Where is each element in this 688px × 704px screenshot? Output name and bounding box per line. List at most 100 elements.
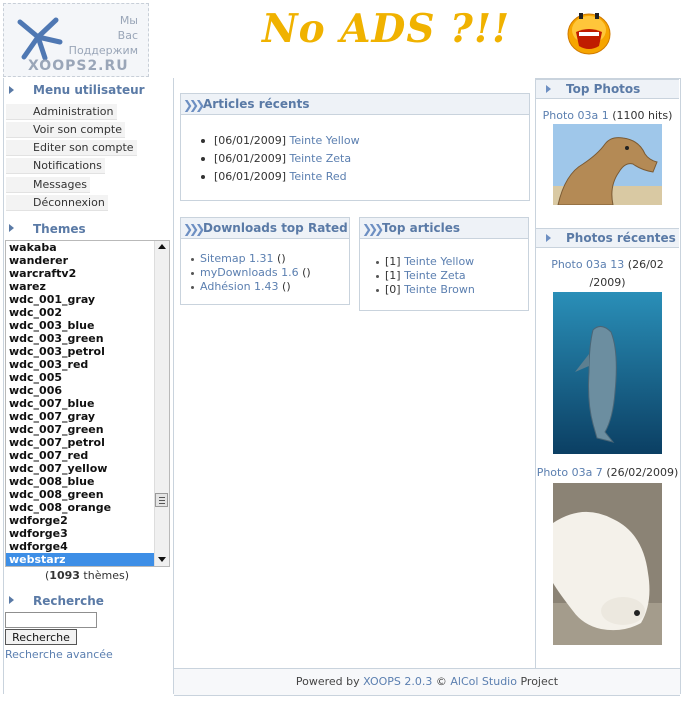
user-menu-title: Menu utilisateur [33, 83, 145, 97]
recent-articles-title: Articles récents [203, 97, 310, 111]
shouting-smiley-icon [567, 13, 611, 55]
top-article-link[interactable]: Teinte Yellow [404, 255, 474, 268]
download-link[interactable]: Adhésion 1.43 [200, 280, 279, 293]
article-date: [06/01/2009] [214, 170, 286, 183]
list-item: [0] Teinte Brown [376, 283, 475, 296]
double-chevron-icon: ❯❯❯ [362, 222, 384, 236]
article-date: [06/01/2009] [214, 134, 286, 147]
theme-option[interactable]: warez [6, 280, 169, 293]
theme-list-scrollbar[interactable] [154, 241, 169, 566]
theme-option[interactable]: wdc_006 [6, 384, 169, 397]
themes-title: Themes [33, 222, 86, 236]
theme-option[interactable]: warcraftv2 [6, 267, 169, 280]
theme-option[interactable]: wdc_008_blue [6, 475, 169, 488]
theme-option[interactable]: wdc_007_blue [6, 397, 169, 410]
themes-count-number: 1093 [49, 569, 80, 582]
download-extra: () [282, 280, 291, 293]
recent-photo-link[interactable]: Photo 03a 7 [537, 466, 603, 479]
camel-photo[interactable] [553, 124, 662, 205]
theme-option[interactable]: wdc_003_petrol [6, 345, 169, 358]
menu-item-messages[interactable]: Messages [6, 177, 90, 193]
theme-option[interactable]: wdc_008_green [6, 488, 169, 501]
top-photos-title: Top Photos [566, 82, 641, 96]
recent-photo-date: (26/02/2009) [606, 466, 679, 479]
article-count: [0] [385, 283, 401, 296]
theme-option[interactable]: wakaba [6, 241, 169, 254]
article-count: [1] [385, 255, 401, 268]
advanced-search-link[interactable]: Recherche avancée [5, 648, 113, 661]
theme-option[interactable]: wdc_003_red [6, 358, 169, 371]
themes-count-suffix: thèmes [83, 569, 125, 582]
top-photo-hits: (1100 hits) [612, 109, 673, 122]
panel-header: ❯❯❯ Articles récents [181, 94, 529, 115]
recent-photos-title: Photos récentes [566, 231, 676, 245]
theme-option[interactable]: wdc_007_green [6, 423, 169, 436]
menu-item-view-account[interactable]: Voir son compte [6, 122, 125, 138]
theme-option[interactable]: wdc_002 [6, 306, 169, 319]
dolphin-photo[interactable] [553, 292, 662, 454]
list-item: [1] Teinte Yellow [376, 255, 474, 268]
scroll-thumb[interactable] [155, 493, 168, 507]
search-title: Recherche [33, 594, 104, 608]
search-input[interactable] [5, 612, 97, 628]
list-item: Sitemap 1.31 () [191, 252, 286, 265]
search-button[interactable]: Recherche [5, 629, 77, 645]
recent-photo-caption: Photo 03a 13 (26/02 [536, 258, 679, 271]
download-link[interactable]: Sitemap 1.31 [200, 252, 274, 265]
theme-option[interactable]: wdc_005 [6, 371, 169, 384]
menu-item-logout[interactable]: Déconnexion [6, 195, 108, 211]
logo-star-icon [17, 17, 63, 61]
themes-count: (1093 thèmes) [45, 569, 129, 582]
article-link[interactable]: Teinte Zeta [289, 152, 351, 165]
top-photo-link[interactable]: Photo 03a 1 [543, 109, 609, 122]
xoops-link[interactable]: XOOPS 2.0.3 [363, 675, 432, 688]
top-article-link[interactable]: Teinte Brown [404, 283, 475, 296]
theme-option[interactable]: wdforge3 [6, 527, 169, 540]
arrow-icon [9, 596, 14, 604]
menu-item-notifications[interactable]: Notifications [6, 158, 105, 174]
footer-prefix: Powered by [295, 675, 360, 688]
recent-photo-link[interactable]: Photo 03a 13 [551, 258, 624, 271]
arrow-icon [546, 85, 551, 93]
theme-option[interactable]: wdc_007_gray [6, 410, 169, 423]
theme-option[interactable]: wdc_003_green [6, 332, 169, 345]
left-frame-line [3, 78, 4, 694]
scroll-down-icon[interactable] [158, 557, 166, 562]
menu-item-edit-account[interactable]: Editer son compte [6, 140, 137, 156]
polar-bear-photo[interactable] [553, 483, 662, 645]
top-articles-panel: ❯❯❯ Top articles [1] Teinte Yellow [1] T… [359, 217, 529, 311]
theme-select-list[interactable]: wakaba wanderer warcraftv2 warez wdc_001_gra… [5, 240, 170, 567]
theme-option[interactable]: wdc_007_yellow [6, 462, 169, 475]
scroll-up-icon[interactable] [158, 244, 166, 249]
list-item: [06/01/2009] Teinte Zeta [201, 152, 351, 165]
theme-option[interactable]: webstarz [6, 553, 169, 566]
studio-link[interactable]: AlCol Studio [450, 675, 517, 688]
list-item: [06/01/2009] Teinte Red [201, 170, 347, 183]
double-chevron-icon: ❯❯❯ [183, 98, 205, 112]
download-extra: () [277, 252, 286, 265]
logo-text-line: Вас [117, 29, 138, 42]
theme-option[interactable]: wdc_007_petrol [6, 436, 169, 449]
footer-suffix: Project [520, 675, 559, 688]
theme-option[interactable]: wdc_003_blue [6, 319, 169, 332]
article-link[interactable]: Teinte Red [289, 170, 346, 183]
download-link[interactable]: myDownloads 1.6 [200, 266, 299, 279]
site-logo[interactable]: Мы Вас Поддержим XOOPS2.RU [3, 3, 149, 77]
theme-option[interactable]: wdc_007_red [6, 449, 169, 462]
theme-option[interactable]: wdforge4 [6, 540, 169, 553]
theme-options: wakaba wanderer warcraftv2 warez wdc_001_gra… [6, 241, 169, 566]
theme-option[interactable]: wdforge2 [6, 514, 169, 527]
downloads-title: Downloads top Rated [203, 221, 348, 235]
theme-option[interactable]: wdc_001_gray [6, 293, 169, 306]
top-article-link[interactable]: Teinte Zeta [404, 269, 466, 282]
menu-item-administration[interactable]: Administration [6, 104, 117, 120]
double-chevron-icon: ❯❯❯ [183, 222, 205, 236]
downloads-panel: ❯❯❯ Downloads top Rated Sitemap 1.31 () … [180, 217, 350, 305]
top-photos-header: Top Photos [536, 79, 679, 99]
logo-site-name: XOOPS2.RU [28, 58, 129, 74]
theme-option[interactable]: wanderer [6, 254, 169, 267]
article-link[interactable]: Teinte Yellow [289, 134, 359, 147]
recent-photos-header: Photos récentes [536, 228, 679, 248]
theme-option[interactable]: wdc_008_orange [6, 501, 169, 514]
list-item: myDownloads 1.6 () [191, 266, 311, 279]
